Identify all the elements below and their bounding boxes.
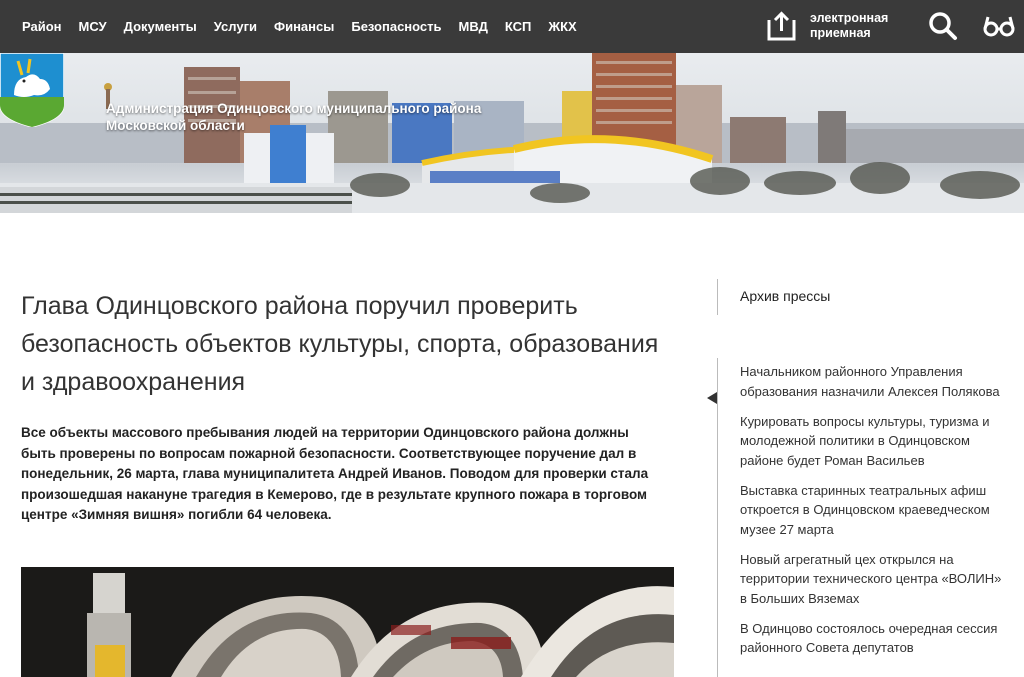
low-vision-glasses-icon[interactable] xyxy=(983,14,1015,38)
related-news-list: Начальником районного Управления образов… xyxy=(740,362,1010,668)
fire-hose-image xyxy=(21,567,674,677)
nav-item-zhkh[interactable]: ЖКХ xyxy=(548,19,576,34)
electronic-reception-link[interactable]: электронная приемная xyxy=(765,9,910,43)
news-item[interactable]: Начальником районного Управления образов… xyxy=(740,362,1010,401)
district-coat-of-arms-logo xyxy=(0,53,64,127)
upload-box-icon xyxy=(767,10,796,40)
search-icon[interactable] xyxy=(928,11,958,41)
news-item[interactable]: Курировать вопросы культуры, туризма и м… xyxy=(740,412,1010,471)
main-menu: Район МСУ Документы Услуги Финансы Безоп… xyxy=(22,0,594,53)
press-archive-link[interactable]: Архив прессы xyxy=(740,288,830,304)
nav-item-ksp[interactable]: КСП xyxy=(505,19,532,34)
news-item[interactable]: Выставка старинных театральных афиш откр… xyxy=(740,481,1010,540)
nav-item-rayon[interactable]: Район xyxy=(22,19,62,34)
nav-item-services[interactable]: Услуги xyxy=(214,19,257,34)
article-lead: Все объекты массового пребывания людей н… xyxy=(21,425,649,522)
organization-title[interactable]: Администрация Одинцовского муниципальног… xyxy=(106,100,486,134)
active-news-pointer-icon xyxy=(707,392,717,404)
article-photo-fire-hoses xyxy=(21,567,674,677)
sidebar-divider-top xyxy=(717,279,718,315)
news-item[interactable]: Новый агрегатный цех открылся на террито… xyxy=(740,550,1010,609)
nav-item-mvd[interactable]: МВД xyxy=(459,19,488,34)
nav-item-finance[interactable]: Финансы xyxy=(274,19,334,34)
header-banner: Администрация Одинцовского муниципальног… xyxy=(0,53,1024,213)
sidebar-divider xyxy=(717,358,718,677)
nav-item-documents[interactable]: Документы xyxy=(124,19,197,34)
news-item[interactable]: В Одинцово состоялось очередная сессия р… xyxy=(740,619,1010,658)
electronic-reception-label: электронная приемная xyxy=(810,11,889,40)
nav-item-msu[interactable]: МСУ xyxy=(79,19,107,34)
nav-item-security[interactable]: Безопасность xyxy=(351,19,441,34)
top-navigation-bar: Район МСУ Документы Услуги Финансы Безоп… xyxy=(0,0,1024,53)
article-title: Глава Одинцовского района поручил провер… xyxy=(21,292,659,396)
